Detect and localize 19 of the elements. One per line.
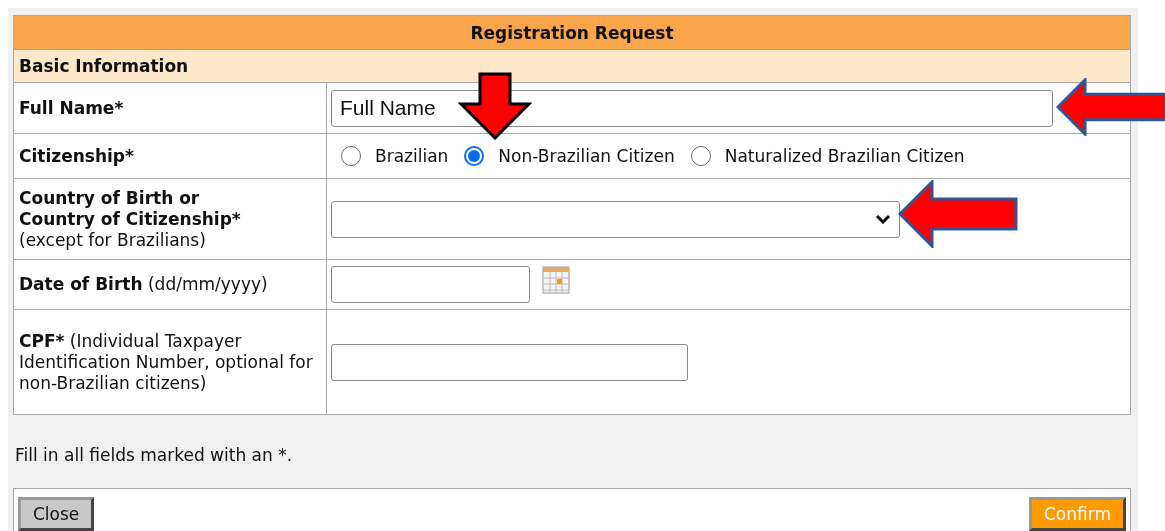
field-label: Country of Birth or Country of Citizenship* xyxy=(19,187,242,230)
radio-option[interactable]: Brazilian xyxy=(341,146,449,166)
field-label: Date of Birth (dd/mm/yyyy) xyxy=(19,274,269,295)
radio-option[interactable]: Non-Brazilian Citizen xyxy=(464,146,675,166)
text-field[interactable] xyxy=(331,343,688,381)
field-label: Full Name* xyxy=(19,97,125,119)
chevron-down-icon xyxy=(875,214,891,224)
date-field[interactable] xyxy=(331,266,530,303)
close-button[interactable]: Close xyxy=(18,497,95,531)
field-hint: (except for Brazilians) xyxy=(19,229,207,251)
field-label: Citizenship* xyxy=(19,145,135,167)
radio-option[interactable]: Naturalized Brazilian Citizen xyxy=(690,146,965,166)
field-label: CPF* (Individual Taxpayer Identification Number, optional for non-Brazilian citizens) xyxy=(19,330,314,394)
section-heading: Basic Information xyxy=(14,50,1130,83)
calendar-icon[interactable] xyxy=(542,266,570,294)
form-note: Fill in all fields marked with an *. xyxy=(15,445,294,467)
dropdown-field[interactable] xyxy=(331,200,900,238)
form-title: Registration Request xyxy=(14,16,1130,50)
text-field[interactable]: Full Name xyxy=(331,89,1053,127)
